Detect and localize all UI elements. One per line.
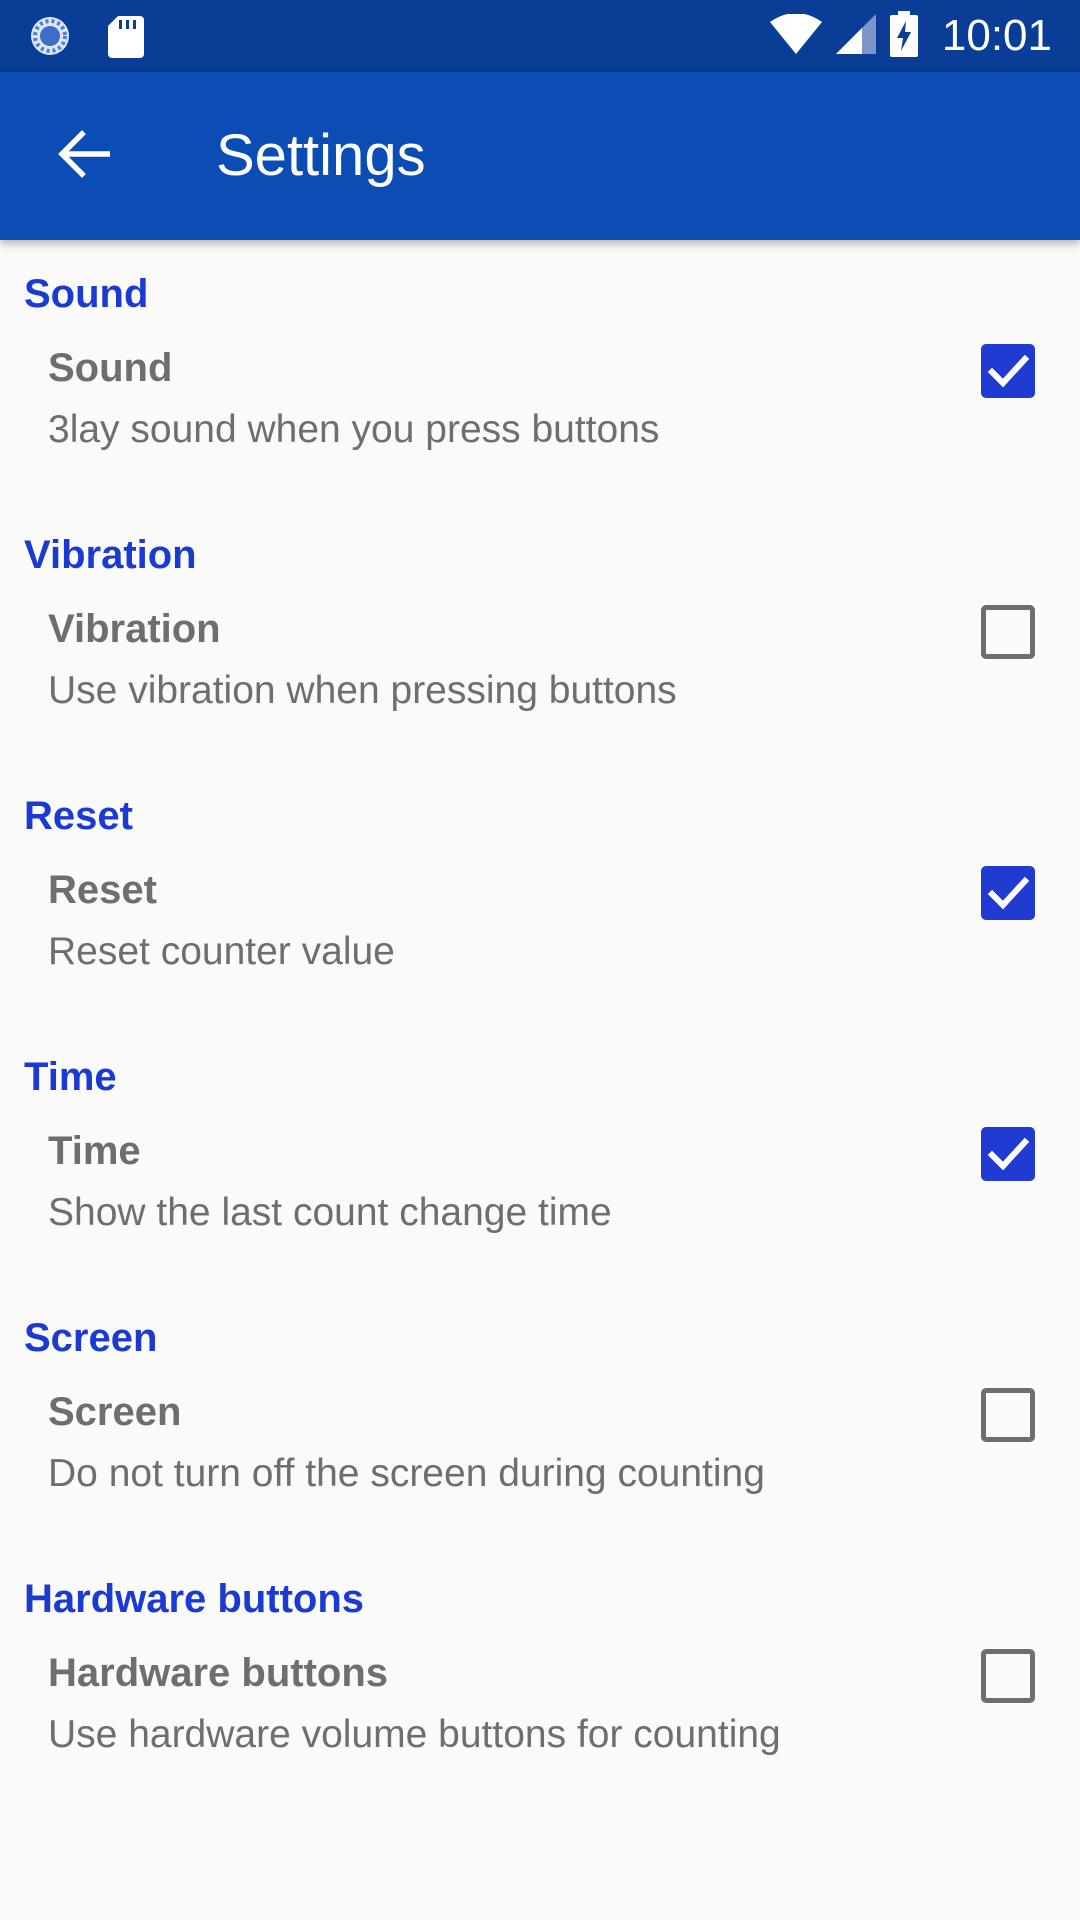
pref-summary: Show the last count change time [48,1191,612,1234]
pref-summary: Use hardware volume buttons for counting [48,1713,781,1756]
section-reset: Reset Reset Reset counter value [0,762,1080,1023]
app-bar: Settings [0,72,1080,240]
vibration-checkbox[interactable] [981,605,1035,659]
pref-title: Reset [48,868,157,912]
checkmark-icon [987,354,1030,388]
section-time: Time Time Show the last count change tim… [0,1023,1080,1284]
section-header: Screen [24,1316,158,1360]
pref-screen[interactable]: Screen Do not turn off the screen during… [0,1388,1080,1545]
section-header: Reset [24,794,133,838]
wifi-icon [769,12,822,59]
page-title: Settings [216,123,426,188]
reset-checkbox[interactable] [981,866,1035,920]
time-checkbox[interactable] [981,1127,1035,1181]
battery-charging-icon [889,10,918,62]
pref-title: Time [48,1129,141,1173]
pref-title: Vibration [48,607,221,651]
status-clock: 10:01 [941,11,1052,60]
pref-summary: Reset counter value [48,930,395,973]
pref-hardware-buttons[interactable]: Hardware buttons Use hardware volume but… [0,1649,1080,1806]
checkmark-icon [987,876,1030,910]
pref-vibration[interactable]: Vibration Use vibration when pressing bu… [0,605,1080,762]
pref-time[interactable]: Time Show the last count change time [0,1127,1080,1284]
section-header: Time [24,1055,117,1099]
pref-reset[interactable]: Reset Reset counter value [0,866,1080,1023]
sd-card-icon [106,14,150,58]
pref-summary: Do not turn off the screen during counti… [48,1452,765,1495]
pref-summary: Use vibration when pressing buttons [48,669,677,712]
status-bar: 10:01 [0,0,1080,72]
sound-checkbox[interactable] [981,344,1035,398]
pref-sound[interactable]: Sound 3lay sound when you press buttons [0,344,1080,501]
screen-checkbox[interactable] [981,1388,1035,1442]
section-hardware-buttons: Hardware buttons Hardware buttons Use ha… [0,1545,1080,1806]
signal-icon [835,13,876,59]
pref-title: Screen [48,1390,182,1434]
section-header: Hardware buttons [24,1577,365,1621]
back-button[interactable] [36,108,132,204]
checkmark-icon [987,1137,1030,1171]
section-screen: Screen Screen Do not turn off the screen… [0,1284,1080,1545]
section-sound: Sound Sound 3lay sound when you press bu… [0,240,1080,501]
section-header: Vibration [24,533,197,577]
section-header: Sound [24,272,149,316]
hardware-buttons-checkbox[interactable] [981,1649,1035,1703]
sync-icon [28,14,72,58]
pref-summary: 3lay sound when you press buttons [48,408,660,451]
arrow-back-icon [58,129,111,183]
section-vibration: Vibration Vibration Use vibration when p… [0,501,1080,762]
pref-title: Hardware buttons [48,1651,389,1695]
pref-title: Sound [48,346,173,390]
settings-list: Sound Sound 3lay sound when you press bu… [0,240,1080,1806]
